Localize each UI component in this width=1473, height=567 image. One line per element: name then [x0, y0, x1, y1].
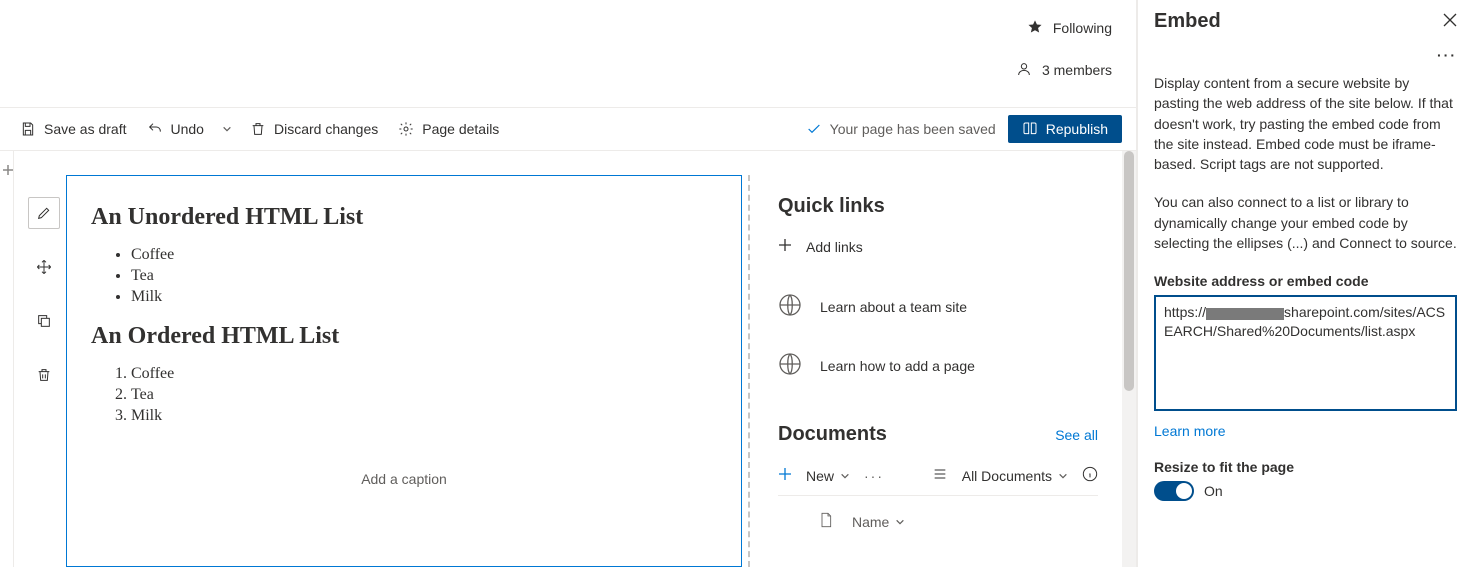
delete-webpart-button[interactable]	[28, 359, 60, 391]
panel-help-2: You can also connect to a list or librar…	[1154, 192, 1457, 253]
add-section-button[interactable]	[2, 163, 14, 175]
property-panel: Embed ··· Display content from a secure …	[1137, 0, 1473, 567]
page-details-label: Page details	[422, 121, 499, 137]
view-switcher[interactable]: All Documents	[962, 468, 1068, 484]
page-canvas: An Unordered HTML List Coffee Tea Milk A…	[0, 151, 1136, 567]
list-item: Coffee	[131, 245, 717, 266]
save-draft-button[interactable]: Save as draft	[14, 117, 133, 141]
quicklink-item[interactable]: Learn about a team site	[778, 277, 1098, 336]
resize-label: Resize to fit the page	[1154, 459, 1457, 475]
undo-label: Undo	[171, 121, 204, 137]
panel-title: Embed	[1154, 10, 1221, 33]
more-actions-button[interactable]: ···	[864, 468, 884, 484]
page-command-bar: Save as draft Undo Discard changes Page …	[0, 107, 1136, 151]
documents-title[interactable]: Documents	[778, 423, 887, 446]
vertical-scrollbar[interactable]	[1122, 151, 1136, 567]
republish-label: Republish	[1046, 121, 1108, 137]
gear-icon	[398, 121, 414, 137]
webpart-toolbox	[26, 197, 62, 391]
person-icon	[1016, 61, 1032, 80]
add-links-button[interactable]: Add links	[778, 232, 1098, 277]
book-icon	[1022, 121, 1038, 137]
page-details-button[interactable]: Page details	[392, 117, 505, 141]
side-column: Quick links Add links Learn about a team…	[754, 175, 1122, 567]
list-item: Tea	[131, 385, 717, 406]
view-label: All Documents	[962, 468, 1052, 484]
republish-button[interactable]: Republish	[1008, 115, 1122, 143]
undo-button[interactable]: Undo	[141, 117, 210, 141]
file-icon	[818, 510, 834, 533]
info-icon[interactable]	[1082, 466, 1098, 485]
save-icon	[20, 121, 36, 137]
check-icon	[806, 121, 822, 137]
quicklink-label: Learn about a team site	[820, 299, 967, 315]
toggle-state-label: On	[1204, 483, 1223, 499]
new-label: New	[806, 468, 834, 484]
add-links-label: Add links	[806, 239, 863, 255]
saved-status-label: Your page has been saved	[830, 121, 996, 137]
close-panel-button[interactable]	[1443, 13, 1457, 30]
panel-help-1: Display content from a secure website by…	[1154, 73, 1457, 174]
list-item: Tea	[131, 266, 717, 287]
star-filled-icon	[1027, 19, 1043, 38]
list-icon	[932, 466, 948, 485]
panel-more-button[interactable]: ···	[1437, 47, 1457, 63]
quicklinks-title[interactable]: Quick links	[778, 195, 1098, 218]
following-button[interactable]: Following	[1053, 20, 1112, 36]
quicklink-item[interactable]: Learn how to add a page	[778, 336, 1098, 395]
discard-button[interactable]: Discard changes	[244, 117, 384, 141]
learn-more-link[interactable]: Learn more	[1154, 423, 1457, 439]
undo-icon	[147, 121, 163, 137]
discard-label: Discard changes	[274, 121, 378, 137]
caption-input[interactable]: Add a caption	[67, 463, 741, 501]
embed-code-input[interactable]: https://sharepoint.com/sites/ACSEARCH/Sh…	[1154, 295, 1457, 411]
name-column-header[interactable]: Name	[852, 514, 905, 530]
quicklink-label: Learn how to add a page	[820, 358, 975, 374]
section-gutter	[0, 151, 14, 567]
saved-status: Your page has been saved	[806, 121, 996, 137]
undo-dropdown[interactable]	[218, 117, 236, 141]
resize-toggle[interactable]	[1154, 481, 1194, 501]
globe-icon	[778, 352, 802, 379]
duplicate-webpart-button[interactable]	[28, 305, 60, 337]
unordered-list: Coffee Tea Milk	[91, 245, 717, 307]
ordered-list: Coffee Tea Milk	[91, 364, 717, 426]
name-column-label: Name	[852, 514, 889, 530]
site-header: Following 3 members	[0, 0, 1136, 107]
content-heading-unordered: An Unordered HTML List	[91, 204, 717, 231]
embed-webpart[interactable]: An Unordered HTML List Coffee Tea Milk A…	[66, 175, 742, 567]
column-divider	[742, 175, 754, 567]
globe-icon	[778, 293, 802, 320]
list-item: Milk	[131, 406, 717, 427]
plus-icon	[778, 467, 792, 484]
save-draft-label: Save as draft	[44, 121, 127, 137]
plus-icon	[778, 238, 792, 255]
list-item: Coffee	[131, 364, 717, 385]
members-link[interactable]: 3 members	[1042, 62, 1112, 78]
embed-field-label: Website address or embed code	[1154, 273, 1457, 289]
see-all-link[interactable]: See all	[1055, 427, 1098, 443]
edit-webpart-button[interactable]	[28, 197, 60, 229]
content-heading-ordered: An Ordered HTML List	[91, 323, 717, 350]
embed-content: An Unordered HTML List Coffee Tea Milk A…	[67, 176, 741, 463]
move-webpart-button[interactable]	[28, 251, 60, 283]
new-button[interactable]: New	[806, 468, 850, 484]
list-item: Milk	[131, 287, 717, 308]
redacted-domain	[1206, 308, 1284, 320]
discard-icon	[250, 121, 266, 137]
